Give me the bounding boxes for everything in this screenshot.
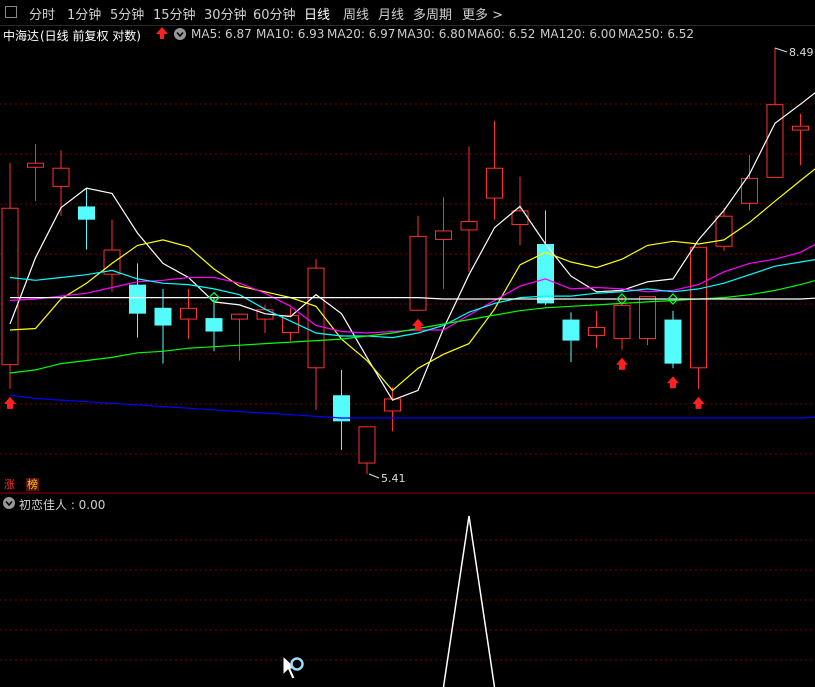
buy-arrow-icon <box>692 396 705 409</box>
indicator-chart[interactable] <box>0 512 815 687</box>
candle-body <box>27 162 44 168</box>
indicator-spike <box>442 515 496 687</box>
cursor-busy-icon <box>282 655 304 680</box>
buy-arrow-icon <box>667 376 679 389</box>
candle-body <box>690 246 707 369</box>
high-pointer <box>774 47 788 53</box>
candle-body <box>715 215 733 247</box>
candle-body <box>792 125 809 131</box>
chevron-down-icon[interactable] <box>2 496 16 513</box>
candle-body <box>511 210 529 226</box>
chevron-right-icon: > <box>492 8 504 23</box>
candle-body <box>307 267 325 369</box>
candle-body <box>409 235 427 311</box>
candles <box>1 48 809 474</box>
chart-info-bar: 中海达 (日线 前复权 对数) MA5: 6.87 MA10: 6.93 MA2… <box>0 26 815 44</box>
bang-badge[interactable]: 榜 <box>26 478 39 491</box>
ma60-value: MA60: 6.52 <box>467 27 536 41</box>
candle-body <box>588 327 605 337</box>
candle-body <box>154 307 172 326</box>
buy-arrow-icon <box>616 357 628 370</box>
ma30-value: MA30: 6.80 <box>397 27 466 41</box>
sub-grid <box>0 539 815 661</box>
timeframe-toolbar: 分时 1分钟 5分钟 15分钟 30分钟 60分钟 日线 周线 月线 多周期 更… <box>0 0 815 26</box>
tab-weekly[interactable]: 周线 <box>343 4 369 23</box>
candlestick-chart[interactable]: 8.49 5.41 <box>0 44 815 494</box>
candle-body <box>78 206 95 220</box>
buy-arrow-icon <box>4 396 16 409</box>
indicator-label: 初恋佳人 : 0.00 <box>19 498 106 512</box>
ma120-value: MA120: 6.00 <box>540 27 617 41</box>
candle-body <box>460 221 478 231</box>
tab-5min[interactable]: 5分钟 <box>110 4 144 23</box>
candle-body <box>435 230 452 240</box>
kline-window: 分时 1分钟 5分钟 15分钟 30分钟 60分钟 日线 周线 月线 多周期 更… <box>0 0 815 687</box>
ma250-value: MA250: 6.52 <box>618 27 695 41</box>
candle-body <box>639 296 656 340</box>
high-price-label: 8.49 <box>789 46 814 59</box>
candle-body <box>52 167 70 187</box>
candle-body <box>231 313 248 320</box>
tab-30min[interactable]: 30分钟 <box>204 4 247 23</box>
period-label: (日线 前复权 对数) <box>40 29 141 43</box>
candle-body <box>664 319 682 364</box>
candle-body <box>1 207 19 366</box>
candle-body <box>205 318 223 332</box>
stock-name[interactable]: 中海达 <box>3 27 39 44</box>
chevron-down-icon[interactable] <box>173 27 187 44</box>
low-price-label: 5.41 <box>381 472 406 485</box>
candle-body <box>129 284 146 314</box>
menu-icon[interactable] <box>5 6 17 18</box>
tab-monthly[interactable]: 月线 <box>378 4 404 23</box>
ma10-value: MA10: 6.93 <box>256 27 325 41</box>
candle-body <box>613 304 631 340</box>
ma5-value: MA5: 6.87 <box>191 27 252 41</box>
ma20-value: MA20: 6.97 <box>327 27 396 41</box>
tab-more[interactable]: 更多 > <box>462 4 503 23</box>
candle-body <box>180 307 197 320</box>
tab-fenshi[interactable]: 分时 <box>29 4 55 23</box>
zhang-badge[interactable]: 涨 <box>3 478 16 491</box>
candle-body <box>562 319 580 341</box>
candle-body <box>384 398 401 412</box>
candle-body <box>766 104 784 178</box>
candle-body <box>358 426 376 464</box>
up-arrow-icon <box>155 26 169 43</box>
candle-body <box>486 167 503 199</box>
tab-multi-period[interactable]: 多周期 <box>413 4 452 23</box>
tab-15min[interactable]: 15分钟 <box>153 4 196 23</box>
low-pointer <box>368 473 380 479</box>
ma120-line <box>9 394 815 419</box>
tab-daily[interactable]: 日线 <box>304 4 330 23</box>
signal-marks <box>4 291 705 409</box>
tab-1min[interactable]: 1分钟 <box>67 4 101 23</box>
tab-60min[interactable]: 60分钟 <box>253 4 296 23</box>
